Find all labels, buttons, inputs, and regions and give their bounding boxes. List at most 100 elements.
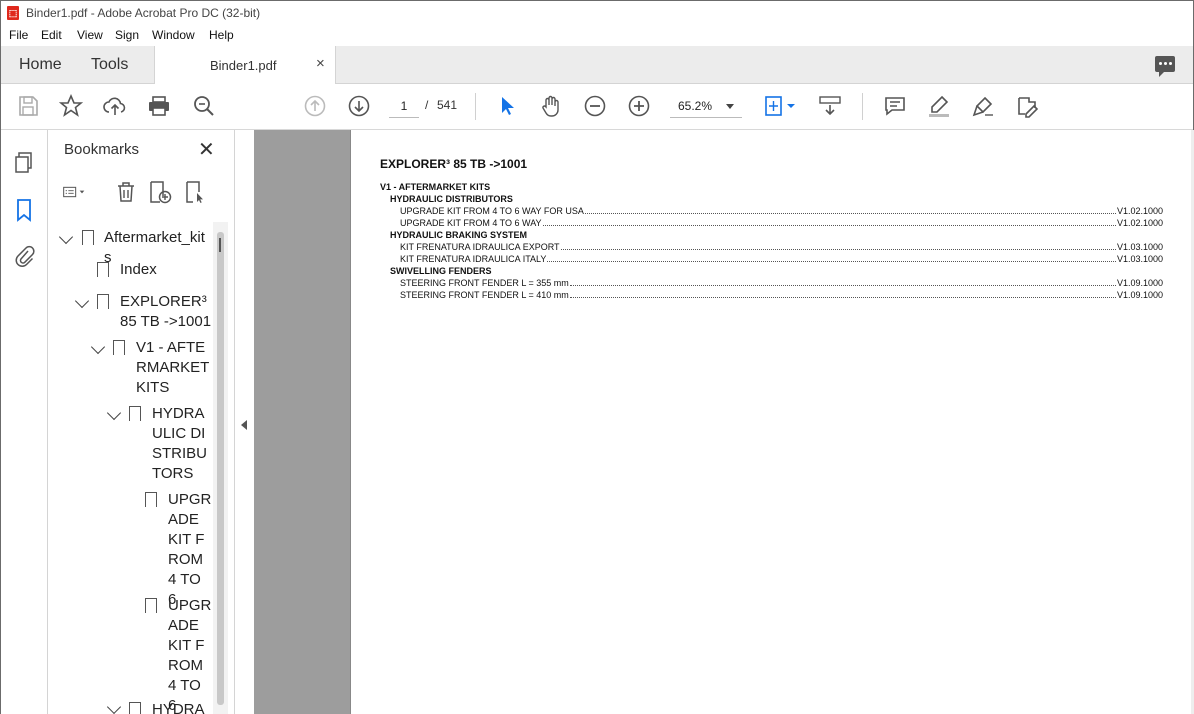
fit-page-icon[interactable]	[763, 94, 797, 118]
chevron-down-icon[interactable]	[90, 339, 106, 355]
bookmark-item[interactable]: HYDRAU	[152, 700, 212, 714]
tab-document-label: Binder1.pdf	[210, 58, 277, 73]
toc-leader-dots	[547, 253, 1116, 262]
toc-group-heading[interactable]: HYDRAULIC DISTRIBUTORS	[390, 193, 513, 205]
scrollbar-thumb[interactable]	[217, 232, 224, 705]
print-icon[interactable]	[147, 94, 171, 118]
panel-collapse-gutter	[235, 130, 254, 714]
chevron-down-icon[interactable]	[106, 699, 122, 714]
sign-pen-icon[interactable]	[971, 94, 995, 118]
select-cursor-icon[interactable]	[495, 94, 519, 118]
left-navigation-rail	[1, 130, 48, 714]
toc-entry-page: V1.03.1000	[1116, 254, 1163, 264]
zoom-in-icon[interactable]	[627, 94, 651, 118]
bookmark-icon	[113, 340, 125, 360]
save-icon[interactable]	[16, 94, 40, 118]
menu-help[interactable]: Help	[209, 28, 234, 42]
page-total: 541	[437, 98, 458, 112]
next-page-icon[interactable]	[347, 94, 371, 118]
toc-entry-page: V1.09.1000	[1116, 278, 1163, 288]
cloud-upload-icon[interactable]	[103, 94, 127, 118]
bookmark-icon	[129, 406, 141, 426]
hand-tool-icon[interactable]	[539, 94, 563, 118]
chevron-down-icon[interactable]	[106, 405, 122, 421]
tab-home[interactable]: Home	[19, 56, 62, 74]
toc-entry-page: V1.02.1000	[1116, 206, 1163, 216]
comment-icon[interactable]	[883, 94, 907, 118]
title-bar: ⬚ Binder1.pdf - Adobe Acrobat Pro DC (32…	[1, 1, 1193, 25]
menu-sign[interactable]: Sign	[115, 28, 139, 42]
document-background	[254, 130, 350, 714]
toc-entry-text: KIT FRENATURA IDRAULICA EXPORT	[400, 242, 560, 252]
collapse-arrow-icon[interactable]	[241, 420, 247, 430]
toc-entry-text: STEERING FRONT FENDER L = 410 mm	[400, 290, 569, 300]
bookmark-item[interactable]: UPGRADE KIT FROM 4 TO 6	[168, 596, 212, 714]
toc-entry-text: KIT FRENATURA IDRAULICA ITALY	[400, 254, 547, 264]
bookmark-icon	[97, 294, 109, 314]
bookmarks-panel-icon[interactable]	[13, 198, 35, 222]
acrobat-app-icon: ⬚	[7, 6, 19, 20]
toc-entry-text: UPGRADE KIT FROM 4 TO 6 WAY FOR USA	[400, 206, 584, 216]
tab-bar: Home Tools Binder1.pdf ×	[1, 46, 1193, 84]
toc-leader-dots	[569, 289, 1116, 298]
previous-page-icon[interactable]	[303, 94, 327, 118]
toc-leader-dots	[542, 217, 1116, 226]
bookmark-item[interactable]: EXPLORER³ 85 TB ->1001	[120, 292, 212, 332]
toc-group-heading[interactable]: SWIVELLING FENDERS	[390, 265, 492, 277]
toc-entry[interactable]: STEERING FRONT FENDER L = 410 mm V1.09.10…	[400, 289, 1163, 301]
toolbar-divider	[862, 93, 863, 120]
chevron-down-icon	[726, 104, 734, 109]
window-title: Binder1.pdf - Adobe Acrobat Pro DC (32-b…	[26, 6, 261, 20]
toc-entry[interactable]: KIT FRENATURA IDRAULICA EXPORT V1.03.1000	[400, 241, 1163, 253]
scrollbar-grip	[219, 238, 221, 252]
toc-entry[interactable]: UPGRADE KIT FROM 4 TO 6 WAY FOR USA V1.02…	[400, 205, 1163, 217]
page-number-input[interactable]: 1	[389, 95, 419, 118]
menu-view[interactable]: View	[77, 28, 103, 42]
toc-leader-dots	[584, 205, 1116, 214]
page-separator: /	[425, 98, 429, 112]
toc-entry[interactable]: KIT FRENATURA IDRAULICA ITALY V1.03.1000	[400, 253, 1163, 265]
bookmark-options-icon[interactable]	[63, 180, 99, 204]
toc-entry[interactable]: STEERING FRONT FENDER L = 355 mm V1.09.10…	[400, 277, 1163, 289]
edit-pdf-icon[interactable]	[1015, 94, 1039, 118]
bookmarks-scrollbar[interactable]	[213, 222, 228, 714]
bookmarks-toolbar	[48, 172, 234, 212]
tab-close-icon[interactable]: ×	[316, 55, 325, 72]
menu-edit[interactable]: Edit	[41, 28, 62, 42]
toc-entry-page: V1.09.1000	[1116, 290, 1163, 300]
scrolling-mode-icon[interactable]	[818, 94, 842, 118]
zoom-level-select[interactable]: 65.2%	[670, 95, 742, 118]
bookmark-icon	[129, 702, 141, 714]
toc-group-heading[interactable]: HYDRAULIC BRAKING SYSTEM	[390, 229, 527, 241]
menu-window[interactable]: Window	[152, 28, 195, 42]
toc-section[interactable]: V1 - AFTERMARKET KITS	[380, 181, 490, 193]
tab-tools[interactable]: Tools	[91, 56, 128, 74]
new-bookmark-icon[interactable]	[148, 180, 172, 204]
attachments-paperclip-icon[interactable]	[13, 244, 35, 268]
close-icon[interactable]: ✕	[198, 137, 215, 162]
delete-trash-icon[interactable]	[114, 180, 138, 204]
zoom-value: 65.2%	[678, 99, 713, 113]
menu-file[interactable]: File	[9, 28, 28, 42]
tab-document[interactable]: Binder1.pdf ×	[154, 46, 336, 84]
comment-chat-icon[interactable]	[1155, 56, 1175, 77]
bookmark-item[interactable]: HYDRAULIC DISTRIBUTORS	[152, 404, 212, 484]
toc-entry[interactable]: UPGRADE KIT FROM 4 TO 6 WAY V1.02.1000	[400, 217, 1163, 229]
highlight-pen-icon[interactable]	[927, 94, 951, 118]
toolbar: 1 / 541 65.2%	[1, 84, 1193, 130]
find-bookmark-icon[interactable]	[183, 180, 207, 204]
chevron-down-icon[interactable]	[58, 229, 74, 245]
toolbar-divider	[475, 93, 476, 120]
chevron-down-icon[interactable]	[74, 293, 90, 309]
toc-leader-dots	[560, 241, 1116, 250]
bookmark-item[interactable]: V1 - AFTERMARKET KITS	[136, 338, 212, 398]
bookmark-icon	[82, 230, 94, 250]
star-bookmark-icon[interactable]	[58, 93, 84, 118]
page-thumbnails-icon[interactable]	[13, 151, 35, 175]
zoom-out-icon[interactable]	[583, 94, 607, 118]
bookmark-item[interactable]: UPGRADE KIT FROM 4 TO 6	[168, 490, 212, 610]
toc-entry-page: V1.03.1000	[1116, 242, 1163, 252]
bookmark-item[interactable]: Index	[120, 260, 210, 280]
zoom-search-icon[interactable]	[192, 94, 216, 118]
toc-leader-dots	[569, 277, 1116, 286]
